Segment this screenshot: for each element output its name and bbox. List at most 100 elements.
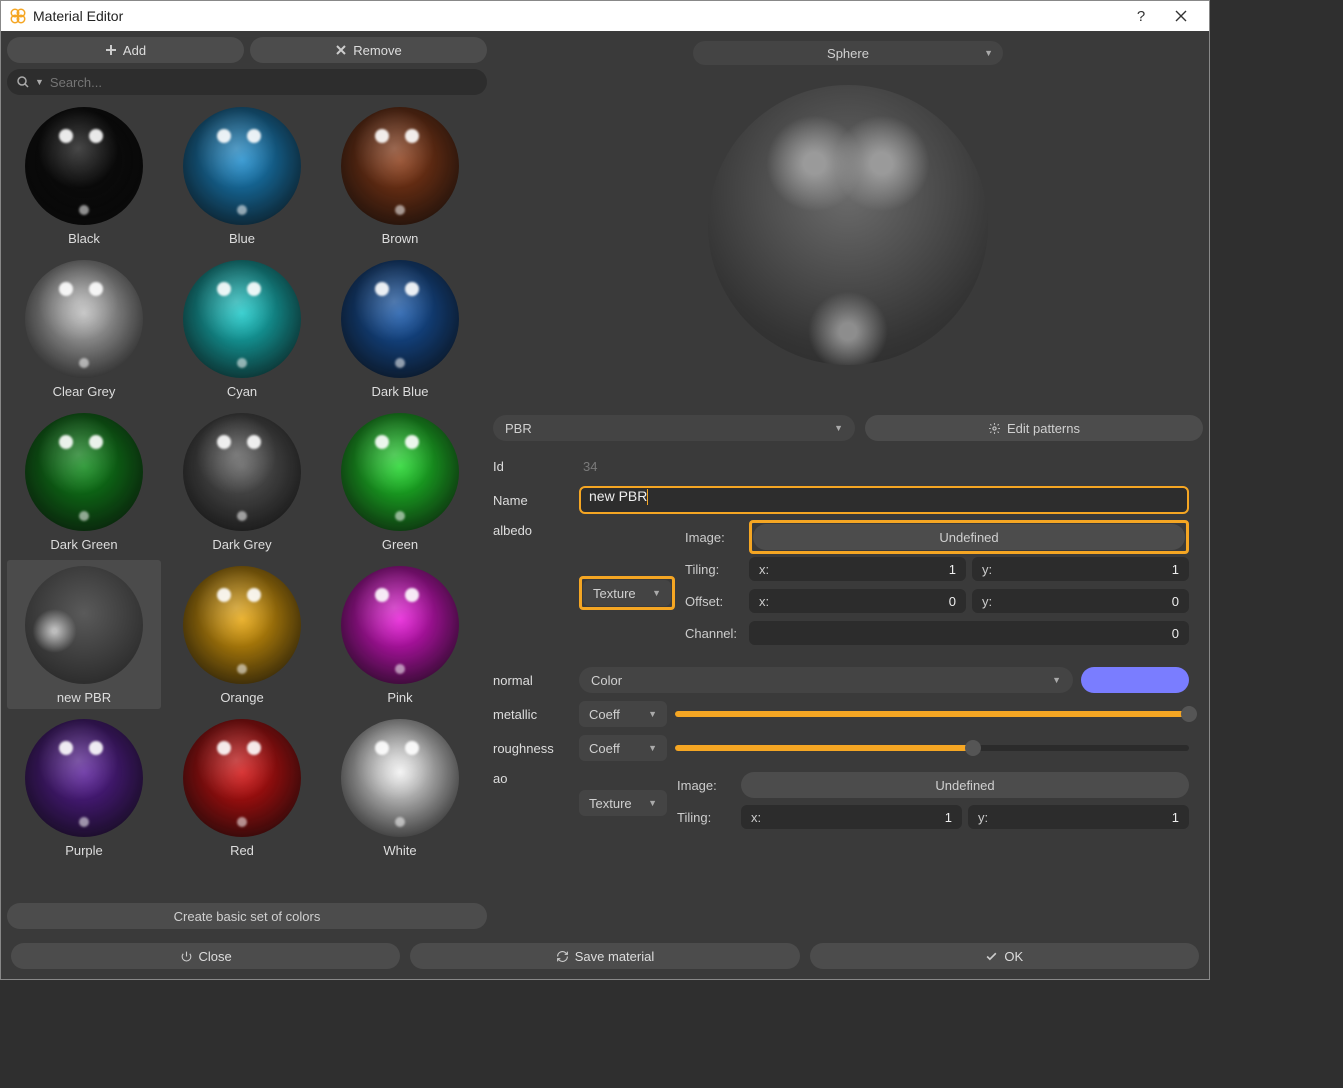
material-card[interactable]: Brown xyxy=(323,101,477,250)
ok-button[interactable]: OK xyxy=(810,943,1199,969)
material-sphere-icon xyxy=(25,107,143,225)
normal-mode-select[interactable]: Color ▼ xyxy=(579,667,1073,693)
material-name: Orange xyxy=(220,690,263,705)
save-material-button[interactable]: Save material xyxy=(410,943,799,969)
titlebar: Material Editor ? xyxy=(1,1,1209,31)
roughness-slider[interactable] xyxy=(675,735,1189,761)
albedo-offset-x[interactable]: x:0 xyxy=(749,589,966,613)
normal-color-swatch[interactable] xyxy=(1081,667,1189,693)
search-options-caret[interactable]: ▼ xyxy=(35,77,44,87)
search-icon xyxy=(17,76,29,88)
ao-tiling-x[interactable]: x:1 xyxy=(741,805,962,829)
preview-sphere xyxy=(708,85,988,365)
albedo-mode-label: Texture xyxy=(593,586,636,601)
metallic-mode-label: Coeff xyxy=(589,707,620,722)
material-type-select[interactable]: PBR ▼ xyxy=(493,415,855,441)
albedo-offset-y[interactable]: y:0 xyxy=(972,589,1189,613)
material-sphere-icon xyxy=(183,719,301,837)
chevron-down-icon: ▼ xyxy=(984,48,993,58)
material-sphere-icon xyxy=(183,107,301,225)
material-card[interactable]: Green xyxy=(323,407,477,556)
remove-button[interactable]: Remove xyxy=(250,37,487,63)
create-basic-colors-label: Create basic set of colors xyxy=(174,909,321,924)
material-card[interactable]: Orange xyxy=(165,560,319,709)
albedo-image-button[interactable]: Undefined xyxy=(753,524,1185,550)
chevron-down-icon: ▼ xyxy=(834,423,843,433)
search-input[interactable] xyxy=(50,75,477,90)
ao-image-label: Image: xyxy=(677,778,735,793)
material-grid-scroll[interactable]: BlackBlueBrown Clear Grey Cyan Dark Blue Dar… xyxy=(7,101,477,897)
create-basic-colors-button[interactable]: Create basic set of colors xyxy=(7,903,487,929)
ao-tiling-label: Tiling: xyxy=(677,810,735,825)
material-card[interactable]: Purple xyxy=(7,713,161,862)
material-card[interactable]: Dark Grey xyxy=(165,407,319,556)
material-card[interactable]: White xyxy=(323,713,477,862)
material-name: Dark Green xyxy=(50,537,117,552)
albedo-tiling-y[interactable]: y:1 xyxy=(972,557,1189,581)
material-name: Green xyxy=(382,537,418,552)
name-input[interactable]: new PBR xyxy=(579,486,1189,514)
edit-patterns-button[interactable]: Edit patterns xyxy=(865,415,1203,441)
close-window-button[interactable] xyxy=(1161,1,1201,31)
add-button[interactable]: Add xyxy=(7,37,244,63)
material-card[interactable]: Dark Blue xyxy=(323,254,477,403)
albedo-label: albedo xyxy=(493,523,571,538)
material-sphere-icon xyxy=(341,719,459,837)
power-icon xyxy=(180,950,193,963)
material-name: Dark Grey xyxy=(212,537,271,552)
remove-label: Remove xyxy=(353,43,401,58)
material-name: White xyxy=(383,843,416,858)
material-card[interactable]: Blue xyxy=(165,101,319,250)
chevron-down-icon: ▼ xyxy=(648,743,657,753)
albedo-mode-select[interactable]: Texture ▼ xyxy=(583,580,671,606)
help-button[interactable]: ? xyxy=(1121,1,1161,31)
material-card[interactable]: Red xyxy=(165,713,319,862)
material-card[interactable]: Pink xyxy=(323,560,477,709)
ao-image-button[interactable]: Undefined xyxy=(741,772,1189,798)
text-caret xyxy=(647,489,648,505)
albedo-tiling-x-value: 1 xyxy=(949,562,956,577)
preview-shape-select[interactable]: Sphere ▼ xyxy=(693,41,1003,65)
material-card[interactable]: Cyan xyxy=(165,254,319,403)
roughness-mode-select[interactable]: Coeff ▼ xyxy=(579,735,667,761)
ao-tiling-y[interactable]: y:1 xyxy=(968,805,1189,829)
close-button[interactable]: Close xyxy=(11,943,400,969)
material-card[interactable]: Dark Green xyxy=(7,407,161,556)
y-label: y: xyxy=(978,810,988,825)
chevron-down-icon: ▼ xyxy=(652,588,661,598)
properties-scroll[interactable]: Id 34 Name new PBR albedo xyxy=(493,449,1203,929)
material-editor-window: Material Editor ? Add Remove ▼ xyxy=(0,0,1210,980)
ao-image-value: Undefined xyxy=(935,778,994,793)
material-name: Dark Blue xyxy=(371,384,428,399)
material-sphere-icon xyxy=(341,566,459,684)
ao-mode-select[interactable]: Texture ▼ xyxy=(579,790,667,816)
preview-shape-label: Sphere xyxy=(827,46,869,61)
chevron-down-icon: ▼ xyxy=(1052,675,1061,685)
albedo-channel[interactable]: 0 xyxy=(749,621,1189,645)
plus-icon xyxy=(105,44,117,56)
metallic-mode-select[interactable]: Coeff ▼ xyxy=(579,701,667,727)
metallic-slider[interactable] xyxy=(675,701,1189,727)
search-field[interactable]: ▼ xyxy=(7,69,487,95)
window-title: Material Editor xyxy=(33,8,123,24)
material-name: Purple xyxy=(65,843,103,858)
material-properties-panel: Sphere ▼ PBR ▼ Edit patterns Id xyxy=(493,37,1203,929)
save-label: Save material xyxy=(575,949,654,964)
footer: Close Save material OK xyxy=(1,935,1209,979)
normal-mode-label: Color xyxy=(591,673,622,688)
albedo-tiling-x[interactable]: x:1 xyxy=(749,557,966,581)
ao-tiling-x-value: 1 xyxy=(945,810,952,825)
material-card[interactable]: Black xyxy=(7,101,161,250)
albedo-channel-value: 0 xyxy=(1172,626,1179,641)
ok-label: OK xyxy=(1004,949,1023,964)
material-name: Cyan xyxy=(227,384,257,399)
y-label: y: xyxy=(982,562,992,577)
material-card[interactable]: new PBR xyxy=(7,560,161,709)
albedo-image-label: Image: xyxy=(685,530,743,545)
ao-label: ao xyxy=(493,771,571,786)
material-card[interactable]: Clear Grey xyxy=(7,254,161,403)
albedo-offset-x-value: 0 xyxy=(949,594,956,609)
material-grid: BlackBlueBrown Clear Grey Cyan Dark Blue Dar… xyxy=(7,101,477,862)
material-sphere-icon xyxy=(183,260,301,378)
material-sphere-icon xyxy=(341,107,459,225)
